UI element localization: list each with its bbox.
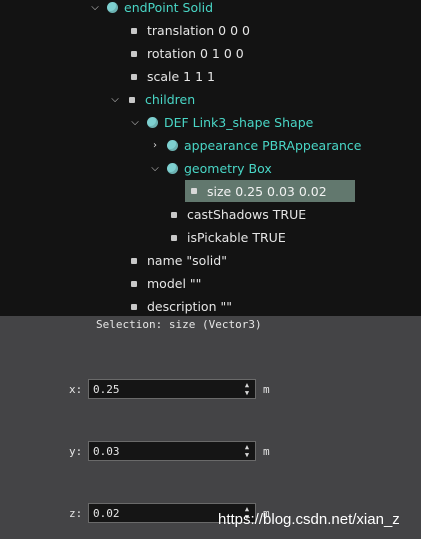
tree-field-label: children — [145, 92, 196, 107]
tree-field-castshadows[interactable]: castShadows TRUE — [163, 203, 306, 226]
selection-title: Selection: size (Vector3) — [96, 318, 262, 331]
field-x-label: x: — [69, 383, 83, 396]
node-icon — [167, 163, 178, 174]
field-y-value: 0.03 — [93, 445, 120, 458]
field-bullet-icon — [171, 234, 177, 241]
tree-field-model[interactable]: model "" — [123, 272, 201, 295]
chevron-down-icon[interactable]: ⌵ — [89, 0, 101, 19]
tree-node-endpoint[interactable]: ⌵ endPoint Solid — [89, 0, 213, 19]
field-bullet-icon — [131, 73, 137, 80]
tree-node-appearance[interactable]: › appearance PBRAppearance — [149, 134, 361, 157]
field-bullet-icon — [131, 27, 137, 34]
node-icon — [167, 140, 178, 151]
field-editor-panel: Selection: size (Vector3) x: 0.25 ▲ ▼ m y… — [0, 316, 421, 539]
chevron-down-icon[interactable]: ⌵ — [109, 88, 121, 111]
field-bullet-icon — [131, 280, 137, 287]
field-bullet-icon — [171, 211, 177, 218]
field-x-value: 0.25 — [93, 383, 120, 396]
tree-field-label: translation 0 0 0 — [147, 23, 250, 38]
tree-field-rotation[interactable]: rotation 0 1 0 0 — [123, 42, 244, 65]
field-y-input[interactable]: 0.03 ▲ ▼ — [88, 441, 256, 461]
node-icon — [107, 2, 118, 13]
scene-tree[interactable]: ⌵ endPoint Solid translation 0 0 0 rotat… — [0, 0, 421, 316]
field-bullet-icon — [131, 303, 137, 310]
tree-field-children[interactable]: ⌵ children — [109, 88, 195, 111]
tree-field-label: name "solid" — [147, 253, 227, 268]
tree-field-label: size 0.25 0.03 0.02 — [207, 183, 327, 199]
tree-field-description[interactable]: description "" — [123, 295, 232, 316]
field-bullet-icon — [191, 188, 197, 194]
tree-field-scale[interactable]: scale 1 1 1 — [123, 65, 215, 88]
field-y-unit: m — [263, 445, 270, 458]
field-bullet-icon — [131, 50, 137, 57]
tree-field-name[interactable]: name "solid" — [123, 249, 227, 272]
tree-node-label: appearance PBRAppearance — [184, 138, 362, 153]
field-x-input[interactable]: 0.25 ▲ ▼ — [88, 379, 256, 399]
tree-node-label: geometry Box — [184, 161, 272, 176]
tree-field-ispickable[interactable]: isPickable TRUE — [163, 226, 286, 249]
tree-node-label: endPoint Solid — [124, 0, 214, 15]
spinbox-arrows-icon[interactable]: ▲ ▼ — [243, 381, 251, 397]
field-bullet-icon — [131, 257, 137, 264]
tree-field-label: scale 1 1 1 — [147, 69, 215, 84]
field-bullet-icon — [129, 96, 135, 103]
field-z-label: z: — [69, 507, 83, 520]
tree-field-label: castShadows TRUE — [187, 207, 307, 222]
field-z-value: 0.02 — [93, 507, 120, 520]
tree-node-shape[interactable]: ⌵ DEF Link3_shape Shape — [129, 111, 313, 134]
tree-field-label: model "" — [147, 276, 202, 291]
tree-field-label: rotation 0 1 0 0 — [147, 46, 244, 61]
watermark-text: https://blog.csdn.net/xian_z — [218, 511, 400, 528]
tree-field-label: description "" — [147, 299, 232, 314]
tree-field-label: isPickable TRUE — [187, 230, 286, 245]
tree-field-translation[interactable]: translation 0 0 0 — [123, 19, 250, 42]
tree-field-size-selected[interactable]: size 0.25 0.03 0.02 — [185, 180, 355, 202]
spinbox-arrows-icon[interactable]: ▲ ▼ — [243, 443, 251, 459]
node-icon — [147, 117, 158, 128]
field-x-unit: m — [263, 383, 270, 396]
chevron-down-icon[interactable]: ⌵ — [149, 157, 161, 180]
tree-node-label: DEF Link3_shape Shape — [164, 115, 314, 130]
chevron-right-icon[interactable]: › — [149, 134, 161, 157]
field-y-label: y: — [69, 445, 83, 458]
tree-node-geometry[interactable]: ⌵ geometry Box — [149, 157, 272, 180]
chevron-down-icon[interactable]: ⌵ — [129, 111, 141, 134]
